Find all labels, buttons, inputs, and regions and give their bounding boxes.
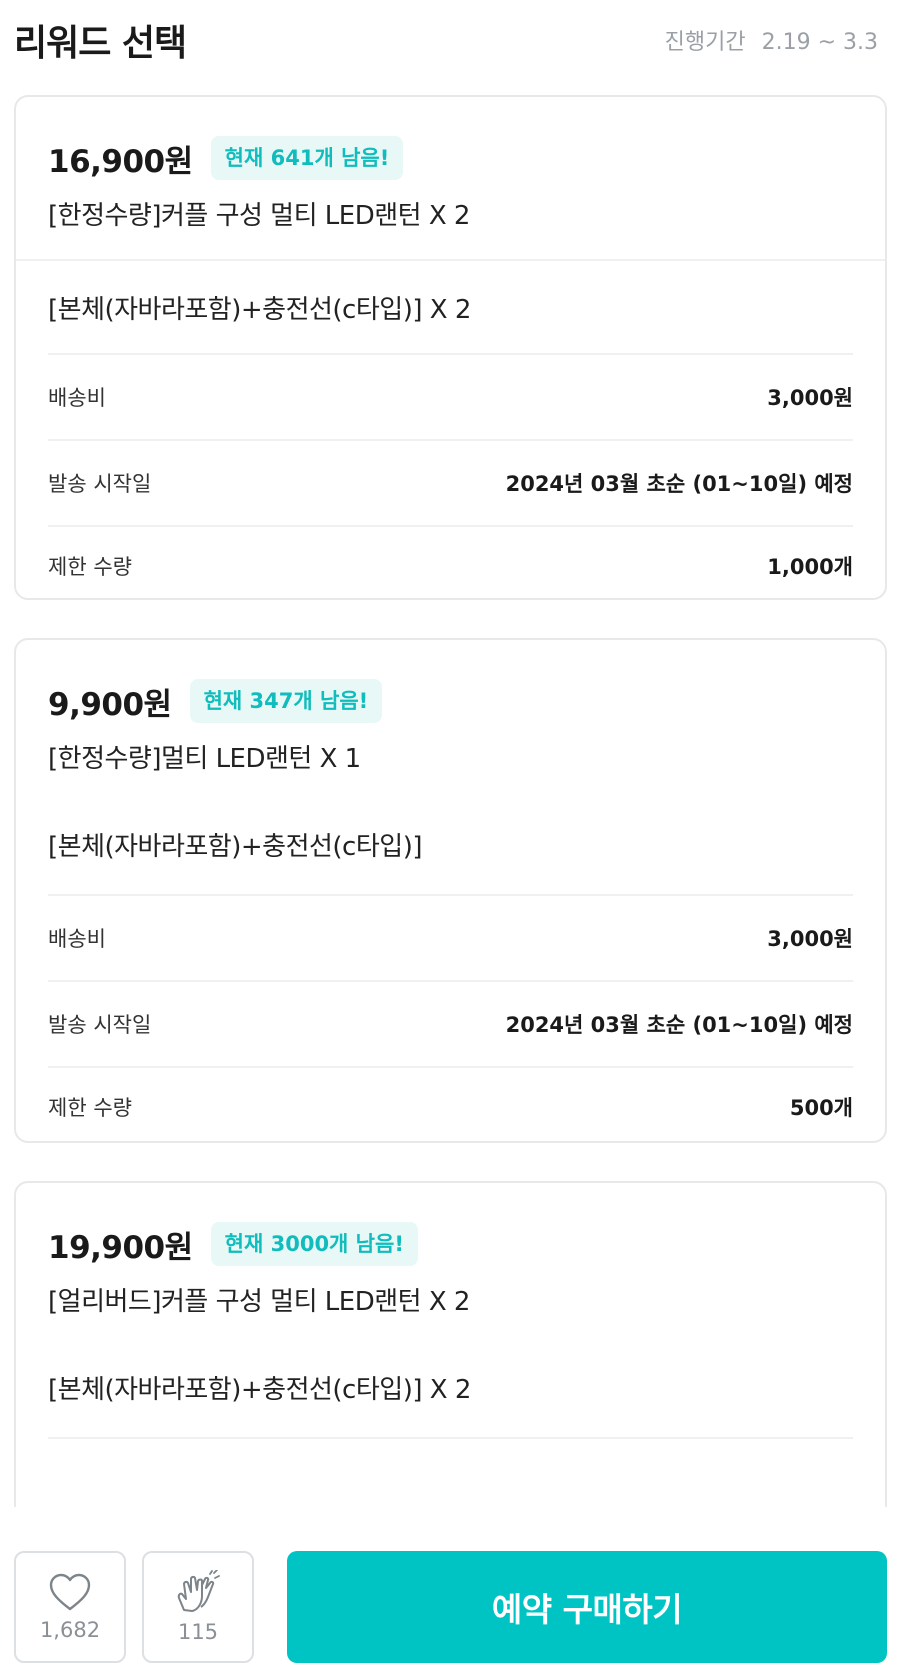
info-row-limit: 제한 수량 500개 xyxy=(48,1066,853,1146)
info-row-shipping-fee: 배송비 3,000원 xyxy=(48,353,853,439)
info-label: 제한 수량 xyxy=(48,555,132,579)
info-row-shipping-fee: 배송비 3,000원 xyxy=(48,894,853,980)
funding-period: 진행기간 2.19 ~ 3.3 xyxy=(665,24,878,56)
cheer-count: 115 xyxy=(177,1620,219,1644)
info-value: 2024년 03월 초순 (01~10일) 예정 xyxy=(505,1013,853,1037)
period-label: 진행기간 xyxy=(664,30,746,55)
cheer-button[interactable]: 115 xyxy=(142,1551,254,1663)
reward-card[interactable]: 19,900원 현재 3000개 남음! [얼리버드]커플 구성 멀티 LED랜… xyxy=(14,1181,887,1507)
reward-option: [본체(자바라포함)+충전선(c타입)] X 2 xyxy=(48,1374,471,1405)
remaining-badge: 현재 641개 남음! xyxy=(210,136,404,180)
remaining-badge: 현재 347개 남음! xyxy=(189,679,383,723)
remaining-badge: 현재 3000개 남음! xyxy=(210,1222,418,1266)
info-value: 2024년 03월 초순 (01~10일) 예정 xyxy=(505,472,853,496)
info-label: 배송비 xyxy=(48,386,106,410)
reward-card-header: 9,900원 현재 347개 남음! [한정수량]멀티 LED랜턴 X 1 xyxy=(16,640,885,794)
reward-card-body: [본체(자바라포함)+충전선(c타입)] X 2 배송비 3,000원 발송 시… xyxy=(16,261,885,605)
reward-selection-page: 리워드 선택 진행기간 2.19 ~ 3.3 16,900원 현재 641개 남음… xyxy=(0,0,908,1678)
info-label: 발송 시작일 xyxy=(48,1013,152,1037)
reward-card-body: [본체(자바라포함)+충전선(c타입)] 배송비 3,000원 발송 시작일 2… xyxy=(16,794,885,1146)
reward-name: [얼리버드]커플 구성 멀티 LED랜턴 X 2 xyxy=(48,1287,470,1317)
info-label: 발송 시작일 xyxy=(48,472,152,496)
reward-card-header: 16,900원 현재 641개 남음! [한정수량]커플 구성 멀티 LED랜턴… xyxy=(16,97,885,259)
info-row-ship-start: 발송 시작일 2024년 03월 초순 (01~10일) 예정 xyxy=(48,439,853,525)
bottom-action-bar: 1,682 115 예약 구매하기 xyxy=(0,1507,908,1678)
reward-name: [한정수량]커플 구성 멀티 LED랜턴 X 2 xyxy=(48,201,470,231)
info-row-limit: 제한 수량 1,000개 xyxy=(48,525,853,605)
like-button[interactable]: 1,682 xyxy=(14,1551,126,1663)
reward-card-header: 19,900원 현재 3000개 남음! [얼리버드]커플 구성 멀티 LED랜… xyxy=(16,1183,885,1337)
reward-price: 16,900원 xyxy=(48,143,193,180)
header: 리워드 선택 진행기간 2.19 ~ 3.3 xyxy=(0,0,908,90)
reserve-purchase-button[interactable]: 예약 구매하기 xyxy=(287,1551,887,1663)
reward-option: [본체(자바라포함)+충전선(c타입)] xyxy=(48,831,422,862)
reward-list-scroll-area[interactable]: 리워드 선택 진행기간 2.19 ~ 3.3 16,900원 현재 641개 남음… xyxy=(0,0,908,1507)
info-label: 제한 수량 xyxy=(48,1096,132,1120)
reward-name: [한정수량]멀티 LED랜턴 X 1 xyxy=(48,744,361,774)
info-value: 3,000원 xyxy=(767,927,853,951)
heart-icon xyxy=(48,1572,92,1612)
info-label: 배송비 xyxy=(48,927,106,951)
page-title: 리워드 선택 xyxy=(14,23,187,64)
clapping-hands-icon xyxy=(174,1570,222,1614)
reward-option: [본체(자바라포함)+충전선(c타입)] X 2 xyxy=(48,294,471,325)
reward-card-body: [본체(자바라포함)+충전선(c타입)] X 2 xyxy=(16,1337,885,1507)
info-value: 3,000원 xyxy=(767,386,853,410)
period-value: 2.19 ~ 3.3 xyxy=(761,30,878,55)
like-count: 1,682 xyxy=(39,1618,101,1642)
reward-price: 9,900원 xyxy=(48,686,172,723)
reward-card[interactable]: 16,900원 현재 641개 남음! [한정수량]커플 구성 멀티 LED랜턴… xyxy=(14,95,887,600)
info-value: 500개 xyxy=(789,1096,853,1120)
info-row xyxy=(48,1437,853,1507)
info-row-ship-start: 발송 시작일 2024년 03월 초순 (01~10일) 예정 xyxy=(48,980,853,1066)
info-value: 1,000개 xyxy=(767,555,853,579)
reward-price: 19,900원 xyxy=(48,1229,193,1266)
reward-card[interactable]: 9,900원 현재 347개 남음! [한정수량]멀티 LED랜턴 X 1 [본… xyxy=(14,638,887,1143)
